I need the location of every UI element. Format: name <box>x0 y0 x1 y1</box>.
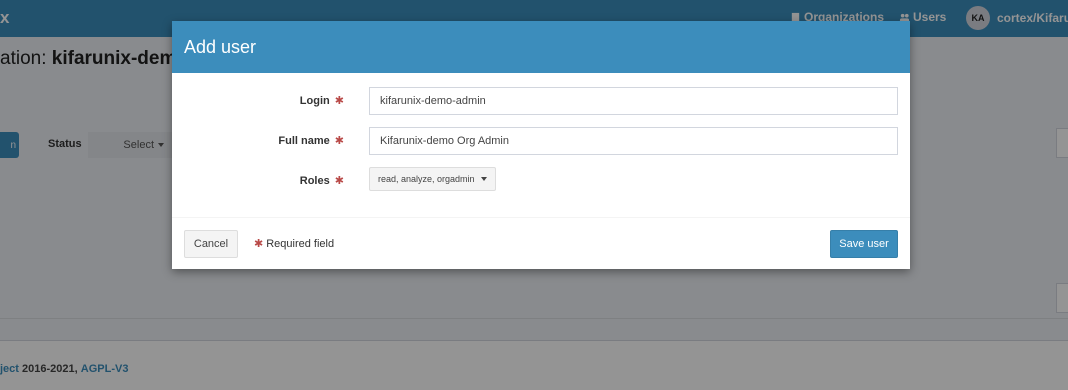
modal-footer: Cancel ✱ Required field Save user <box>172 217 910 269</box>
full-name-row: Full name ✱ <box>172 126 910 156</box>
chevron-down-icon <box>480 177 487 181</box>
required-field-note: ✱ Required field <box>252 237 335 251</box>
required-field-text: Required field <box>266 237 335 250</box>
modal-title: Add user <box>184 36 257 57</box>
modal-body: Login ✱ Full name ✱ Roles ✱ read, analyz… <box>172 73 910 217</box>
full-name-input[interactable] <box>369 127 898 155</box>
required-icon: ✱ <box>254 238 264 250</box>
login-label-text: Login <box>299 95 330 107</box>
full-name-label-text: Full name <box>278 135 330 147</box>
roles-dropdown-value: read, analyze, orgadmin <box>378 174 475 184</box>
required-icon: ✱ <box>334 175 344 187</box>
cancel-button[interactable]: Cancel <box>184 230 238 258</box>
add-user-dialog: Add user Login ✱ Full name ✱ Roles ✱ rea… <box>172 21 910 269</box>
login-input[interactable] <box>369 87 898 115</box>
login-row: Login ✱ <box>172 86 910 116</box>
full-name-label: Full name ✱ <box>172 134 344 147</box>
save-user-button[interactable]: Save user <box>830 230 898 258</box>
roles-label: Roles ✱ <box>172 174 344 187</box>
modal-header: Add user <box>172 21 910 73</box>
roles-dropdown[interactable]: read, analyze, orgadmin <box>369 167 496 191</box>
roles-row: Roles ✱ read, analyze, orgadmin <box>172 166 910 196</box>
required-icon: ✱ <box>334 135 344 147</box>
login-label: Login ✱ <box>172 94 344 107</box>
required-icon: ✱ <box>334 95 344 107</box>
roles-label-text: Roles <box>299 175 330 187</box>
